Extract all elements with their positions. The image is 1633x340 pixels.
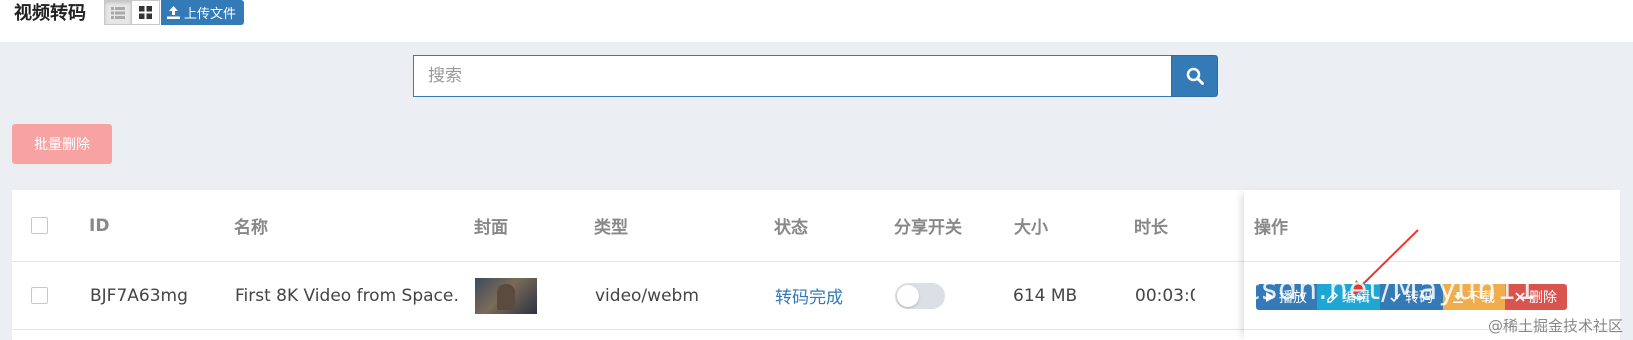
- row-checkbox[interactable]: [31, 287, 48, 304]
- search-button[interactable]: [1171, 55, 1218, 97]
- download-button[interactable]: 下载: [1443, 284, 1505, 310]
- row-status-link[interactable]: 转码完成: [775, 262, 843, 329]
- share-toggle[interactable]: [895, 282, 945, 309]
- upload-icon: [167, 6, 180, 19]
- column-header-status[interactable]: 状态: [774, 190, 808, 261]
- page-title: 视频转码: [14, 3, 86, 24]
- transcode-label: 转码: [1405, 290, 1433, 306]
- column-header-type[interactable]: 类型: [594, 190, 628, 261]
- share-toggle-knob: [897, 284, 919, 307]
- download-label: 下载: [1467, 290, 1495, 306]
- view-toggle: [104, 0, 160, 25]
- actions-row: 播放 编辑 转码 下载 删除: [1244, 262, 1620, 330]
- upload-button[interactable]: 上传文件: [161, 0, 245, 25]
- transcode-button[interactable]: 转码: [1380, 284, 1443, 310]
- edit-label: 编辑: [1342, 290, 1370, 306]
- search-input[interactable]: [413, 55, 1171, 97]
- column-header-name[interactable]: 名称: [234, 190, 268, 261]
- video-thumbnail[interactable]: [475, 277, 537, 314]
- play-button[interactable]: 播放: [1256, 284, 1317, 310]
- select-all-checkbox[interactable]: [31, 217, 48, 234]
- row-action-buttons: 播放 编辑 转码 下载 删除: [1256, 284, 1567, 310]
- grid-view-button[interactable]: [132, 0, 160, 25]
- column-header-cover: 封面: [474, 218, 508, 238]
- row-id: BJF7A63mg: [90, 285, 188, 306]
- column-header-share: 分享开关: [894, 218, 962, 238]
- transcode-icon: [1390, 292, 1401, 302]
- column-header-size[interactable]: 大小: [1014, 190, 1048, 261]
- delete-icon: [1515, 292, 1525, 302]
- list-icon: [111, 6, 125, 19]
- search-bar: [413, 55, 1218, 97]
- edit-icon: [1327, 291, 1338, 303]
- row-share-cell: [895, 262, 945, 329]
- upload-label: 上传文件: [184, 7, 237, 22]
- select-all-cell: [31, 190, 48, 261]
- actions-header: 操作: [1244, 190, 1620, 262]
- row-select-cell: [31, 262, 48, 329]
- row-duration: 00:03:09: [1135, 285, 1195, 306]
- row-name: First 8K Video from Space…: [235, 285, 460, 306]
- edit-button[interactable]: 编辑: [1317, 284, 1380, 310]
- row-cover-cell: [475, 262, 537, 329]
- actions-column: 操作 播放 编辑 转码 下载 删除: [1244, 190, 1620, 340]
- column-header-id[interactable]: ID: [89, 190, 109, 261]
- row-size: 614 MB: [1013, 285, 1078, 306]
- play-label: 播放: [1279, 290, 1307, 306]
- bulk-delete-button[interactable]: 批量删除: [12, 124, 112, 164]
- top-bar: 视频转码 上传文件: [0, 0, 1633, 42]
- grid-icon: [139, 6, 152, 19]
- play-icon: [1266, 292, 1275, 302]
- search-icon: [1186, 67, 1204, 85]
- row-type: video/webm: [595, 285, 699, 306]
- download-icon: [1453, 291, 1463, 303]
- list-view-button[interactable]: [104, 0, 132, 25]
- column-header-duration[interactable]: 时长: [1134, 190, 1168, 261]
- column-header-actions: 操作: [1254, 218, 1288, 238]
- delete-button[interactable]: 删除: [1505, 284, 1567, 310]
- delete-label: 删除: [1529, 290, 1557, 306]
